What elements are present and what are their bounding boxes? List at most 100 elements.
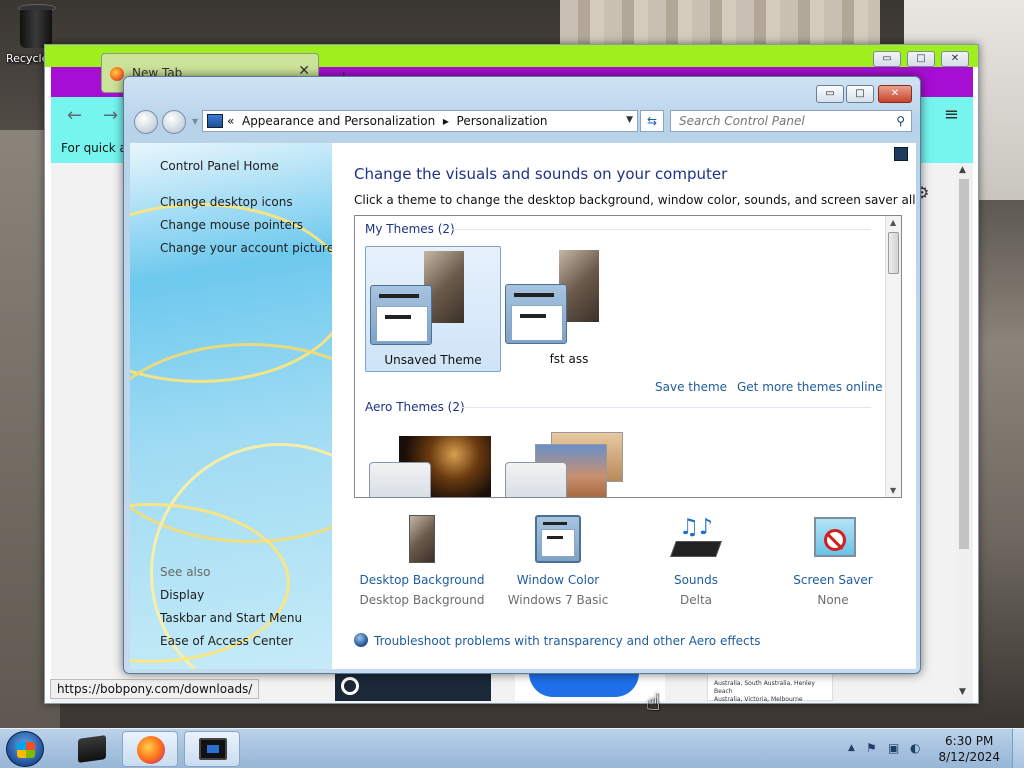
back-arrow-icon[interactable]: ←: [67, 105, 82, 126]
address-dropdown-icon[interactable]: ▼: [626, 115, 633, 125]
start-button[interactable]: [6, 731, 44, 767]
thumb-list-line: Australia, South Australia, Henley Beach: [714, 680, 815, 695]
scroll-up-icon[interactable]: ▲: [959, 165, 966, 175]
theme-window-preview: [370, 285, 432, 345]
theme-unsaved[interactable]: Unsaved Theme: [365, 246, 501, 372]
show-desktop-button[interactable]: [1012, 729, 1024, 768]
troubleshoot-label[interactable]: Troubleshoot problems with transparency …: [374, 634, 761, 648]
address-bar[interactable]: « Appearance and Personalization ▸ Perso…: [202, 110, 638, 132]
setting-value: Desktop Background: [359, 593, 485, 607]
thumbnail-steam[interactable]: [335, 673, 491, 701]
scrollbar-thumb[interactable]: [959, 179, 969, 549]
firefox-icon: [110, 67, 124, 81]
monitor-icon: [199, 738, 227, 760]
taskbar-app-control-panel[interactable]: [184, 731, 240, 767]
setting-title[interactable]: Sounds: [628, 573, 764, 587]
scrollbar-thumb[interactable]: [888, 232, 899, 274]
page-description: Click a theme to change the desktop back…: [354, 193, 916, 207]
group-divider: [451, 229, 871, 230]
taskbar-app-explorer[interactable]: [62, 731, 118, 767]
aero-theme-window-preview: [369, 462, 431, 497]
firefox-scrollbar[interactable]: ▲ ▼: [956, 163, 972, 703]
theme-list[interactable]: My Themes (2) Unsaved Theme fst ass Save…: [354, 215, 902, 498]
setting-title[interactable]: Screen Saver: [765, 573, 901, 587]
aero-themes-header: Aero Themes (2): [365, 400, 465, 414]
thumb-list-line: Australia, Victoria, Melbourne: [714, 696, 803, 703]
search-icon[interactable]: ⚲: [896, 114, 905, 128]
firefox-maximize-button[interactable]: □: [907, 51, 935, 67]
volume-tray-icon[interactable]: ◐: [910, 741, 920, 755]
breadcrumb-chevrons[interactable]: «: [227, 114, 234, 128]
windows-logo-icon: [17, 742, 35, 758]
refresh-button[interactable]: ⇆: [640, 110, 664, 132]
page-title: Change the visuals and sounds on your co…: [354, 165, 728, 183]
window-color-icon: [533, 515, 583, 565]
screen-saver-setting[interactable]: Screen Saver None: [765, 515, 901, 607]
clock-date: 8/12/2024: [938, 750, 1000, 764]
scroll-up-icon[interactable]: ▲: [890, 218, 896, 227]
control-panel-icon: [207, 114, 223, 128]
setting-title[interactable]: Desktop Background: [354, 573, 490, 587]
change-account-picture-link[interactable]: Change your account picture: [160, 241, 332, 255]
cp-maximize-button[interactable]: □: [846, 85, 874, 103]
taskbar-start-menu-link[interactable]: Taskbar and Start Menu: [160, 611, 302, 625]
cp-minimize-button[interactable]: ▭: [816, 85, 844, 103]
setting-value: None: [817, 593, 849, 607]
show-hidden-icons-button[interactable]: ▲: [848, 743, 855, 753]
task-pane: Control Panel Home Change desktop icons …: [130, 143, 332, 669]
window-color-setting[interactable]: Window Color Windows 7 Basic: [490, 515, 626, 607]
search-placeholder: Search Control Panel: [679, 114, 805, 128]
help-icon[interactable]: [894, 147, 908, 161]
troubleshoot-link[interactable]: Troubleshoot problems with transparency …: [354, 633, 761, 648]
firefox-close-button[interactable]: ✕: [941, 51, 969, 67]
breadcrumb-separator[interactable]: ▸: [443, 114, 449, 128]
newtab-thumbnails: Australia, South Australia, Henley Beach…: [335, 673, 835, 703]
my-themes-header: My Themes (2): [365, 222, 455, 236]
change-desktop-icons-link[interactable]: Change desktop icons: [160, 195, 293, 209]
status-url: https://bobpony.com/downloads/: [50, 679, 260, 699]
breadcrumb-personalization[interactable]: Personalization: [457, 114, 548, 128]
clock-time: 6:30 PM: [945, 734, 994, 748]
breadcrumb-appearance[interactable]: Appearance and Personalization: [242, 114, 435, 128]
scroll-down-icon[interactable]: ▼: [890, 486, 896, 495]
firefox-icon: [137, 736, 165, 764]
desktop-background-setting[interactable]: Desktop Background Desktop Background: [354, 515, 490, 607]
save-theme-link[interactable]: Save theme: [655, 380, 727, 394]
clock[interactable]: 6:30 PM 8/12/2024: [938, 733, 1000, 765]
search-input[interactable]: Search Control Panel ⚲: [670, 110, 912, 132]
forward-arrow-icon[interactable]: →: [103, 105, 118, 126]
hand-cursor-icon: ☝: [646, 688, 661, 716]
network-tray-icon[interactable]: ▣: [888, 741, 899, 755]
flag-tray-icon[interactable]: ⚑: [866, 741, 877, 755]
taskbar: ▲ ⚑ ▣ ◐ 6:30 PM 8/12/2024: [0, 728, 1024, 768]
recent-pages-dropdown[interactable]: ▼: [192, 117, 198, 126]
display-link[interactable]: Display: [160, 588, 204, 602]
forward-button[interactable]: [162, 110, 186, 134]
back-button[interactable]: [134, 110, 158, 134]
setting-value: Delta: [679, 593, 712, 607]
system-tray: ▲ ⚑ ▣ ◐ 6:30 PM 8/12/2024: [844, 729, 1024, 768]
thumbnail-site[interactable]: [515, 673, 665, 701]
hamburger-menu-icon[interactable]: ≡: [944, 104, 959, 125]
screen-saver-icon: [808, 515, 858, 565]
change-mouse-pointers-link[interactable]: Change mouse pointers: [160, 218, 303, 232]
theme-name: Unsaved Theme: [384, 353, 482, 367]
setting-title[interactable]: Window Color: [490, 573, 626, 587]
see-also-label: See also: [160, 565, 211, 579]
sounds-setting[interactable]: ♫♪ Sounds Delta: [628, 515, 764, 607]
scroll-down-icon[interactable]: ▼: [959, 687, 966, 697]
theme-fst-ass[interactable]: fst ass: [501, 246, 637, 372]
thumbnail-list[interactable]: Australia, South Australia, Henley Beach…: [707, 673, 833, 703]
main-content: Change the visuals and sounds on your co…: [332, 143, 916, 669]
app-icon: [78, 735, 106, 763]
breadcrumb: « Appearance and Personalization ▸ Perso…: [227, 114, 548, 128]
get-more-themes-link[interactable]: Get more themes online: [737, 380, 883, 394]
cp-close-button[interactable]: ✕: [878, 85, 912, 103]
taskbar-app-firefox[interactable]: [122, 731, 178, 767]
setting-value: Windows 7 Basic: [507, 593, 609, 607]
theme-list-scrollbar[interactable]: ▲ ▼: [885, 216, 901, 497]
group-divider: [461, 407, 871, 408]
control-panel-home-link[interactable]: Control Panel Home: [160, 159, 279, 173]
ease-of-access-link[interactable]: Ease of Access Center: [160, 634, 293, 648]
firefox-minimize-button[interactable]: ▭: [873, 51, 901, 67]
